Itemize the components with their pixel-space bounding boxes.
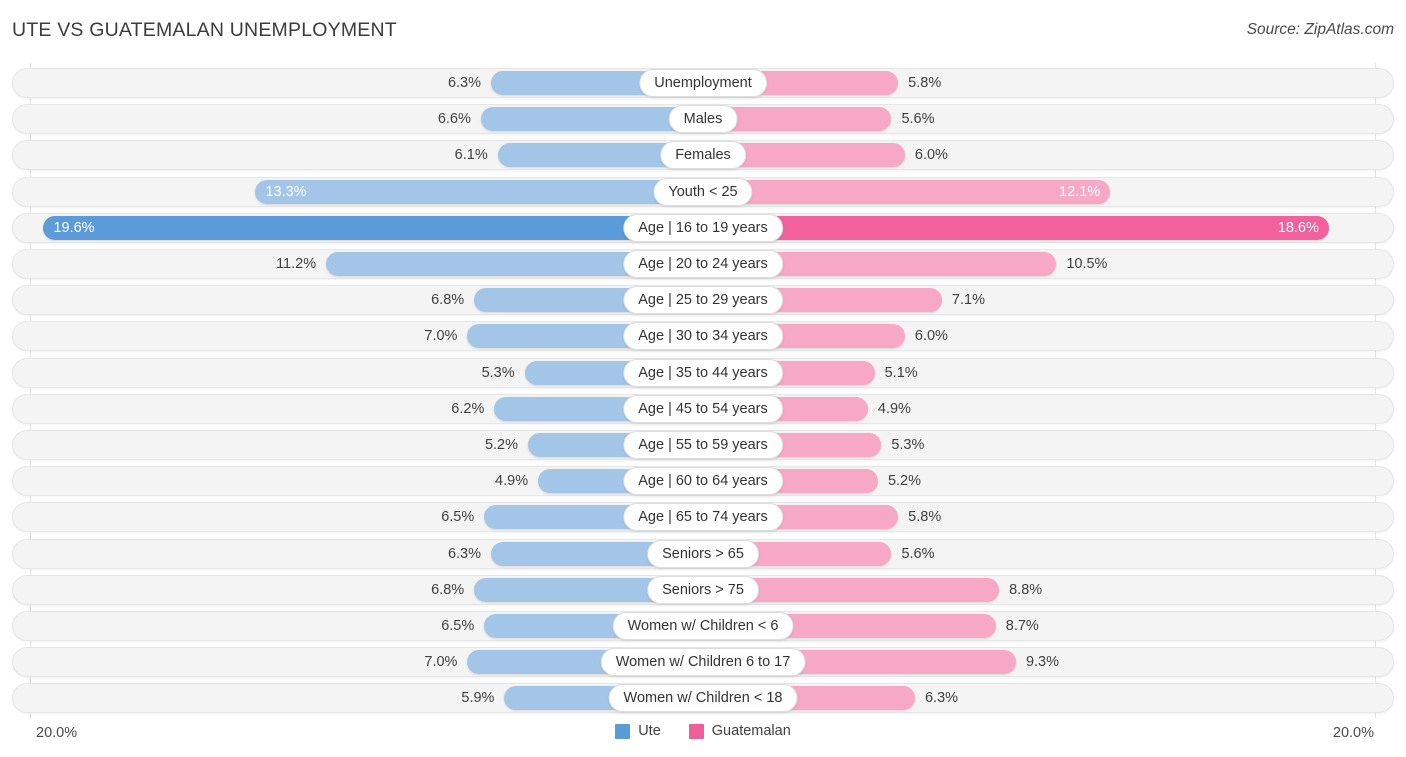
category-label-pill: Age | 45 to 54 years <box>623 394 783 423</box>
bar-value-right: 5.6% <box>901 111 935 128</box>
category-label-pill: Seniors > 65 <box>647 539 759 568</box>
bar-value-right: 6.3% <box>924 690 959 707</box>
bar-value-right: 5.8% <box>908 75 942 91</box>
category-label-pill: Women w/ Children < 6 <box>612 612 794 640</box>
bar-value-right: 6.0% <box>914 328 948 345</box>
source-attribution: Source: ZipAtlas.com <box>1246 21 1394 38</box>
chart-footer: 20.0% 20.0% Ute Guatemalan <box>0 718 1406 757</box>
category-label-pill: Age | 30 to 34 years <box>623 322 783 351</box>
bar-row: 4.9% 5.2% Age | 60 to 64 years <box>12 466 1394 497</box>
bar-value-right: 4.9% <box>877 400 911 417</box>
category-label-pill: Age | 20 to 24 years <box>623 250 783 278</box>
bar-value-right: 12.1% <box>1059 183 1101 200</box>
bar-row: 13.3% 12.1% Youth < 25 <box>12 176 1394 207</box>
chart-root: UTE VS GUATEMALAN UNEMPLOYMENT Source: Z… <box>0 0 1406 757</box>
category-label-pill: Age | 60 to 64 years <box>623 467 783 496</box>
bar-row: 6.8% 7.1% Age | 25 to 29 years <box>12 285 1394 316</box>
bar-left-ute <box>43 215 703 240</box>
legend-label: Ute <box>638 723 661 739</box>
legend-swatch-icon <box>688 723 704 739</box>
bar-value-right: 5.8% <box>908 509 942 526</box>
category-label-pill: Age | 25 to 29 years <box>623 286 783 315</box>
bar-value-right: 9.3% <box>1025 654 1059 671</box>
chart-header: UTE VS GUATEMALAN UNEMPLOYMENT Source: Z… <box>0 0 1406 62</box>
bar-row: 6.2% 4.9% Age | 45 to 54 years <box>12 393 1394 424</box>
bar-row: 6.8% 8.8% Seniors > 75 <box>12 574 1394 605</box>
bar-value-left: 6.6% <box>437 111 471 128</box>
bar-value-left: 4.9% <box>495 473 529 490</box>
category-label-pill: Seniors > 75 <box>647 575 759 604</box>
bar-value-right: 7.1% <box>951 292 985 309</box>
bar-value-right: 5.2% <box>887 473 922 490</box>
bar-row: 6.6% 5.6% Males <box>12 104 1394 135</box>
bar-value-right: 6.0% <box>914 147 948 164</box>
bar-value-right: 18.6% <box>1277 219 1319 236</box>
bar-value-right: 8.7% <box>1005 618 1039 634</box>
bar-row: 7.0% 9.3% Women w/ Children 6 to 17 <box>12 647 1394 678</box>
bar-value-right: 5.1% <box>884 364 918 381</box>
category-label-pill: Youth < 25 <box>653 177 753 206</box>
bar-value-left: 6.2% <box>451 400 485 417</box>
bar-row: 6.3% 5.6% Seniors > 65 <box>12 538 1394 569</box>
bar-value-left: 13.3% <box>265 183 307 200</box>
category-label-pill: Women w/ Children < 18 <box>608 684 798 713</box>
bar-row: 19.6% 18.6% Age | 16 to 19 years <box>12 212 1394 243</box>
bar-value-right: 5.3% <box>891 437 925 453</box>
bar-value-left: 6.5% <box>441 509 475 526</box>
category-label-pill: Age | 55 to 59 years <box>623 431 783 459</box>
bar-value-left: 11.2% <box>276 256 317 272</box>
bar-value-left: 6.3% <box>447 545 481 562</box>
category-label-pill: Males <box>668 105 738 134</box>
bar-row: 6.5% 8.7% Women w/ Children < 6 <box>12 611 1394 641</box>
category-label-pill: Age | 65 to 74 years <box>623 503 783 532</box>
legend-swatch-icon <box>615 723 631 739</box>
bar-row: 5.3% 5.1% Age | 35 to 44 years <box>12 357 1394 388</box>
bar-value-left: 7.0% <box>424 328 458 345</box>
bar-left-ute <box>255 179 703 204</box>
bar-value-left: 5.2% <box>484 437 519 453</box>
bar-value-left: 6.8% <box>431 581 465 598</box>
bar-row: 7.0% 6.0% Age | 30 to 34 years <box>12 321 1394 352</box>
bar-value-left: 6.3% <box>447 75 481 91</box>
legend-item[interactable]: Ute <box>615 723 661 739</box>
category-label-pill: Women w/ Children 6 to 17 <box>600 648 806 677</box>
category-label-pill: Females <box>660 141 746 170</box>
bar-value-left: 7.0% <box>424 654 458 671</box>
category-label-pill: Age | 35 to 44 years <box>623 358 783 387</box>
bar-row: 6.5% 5.8% Age | 65 to 74 years <box>12 502 1394 533</box>
legend-label: Guatemalan <box>711 723 791 739</box>
bar-value-left: 6.5% <box>441 618 475 634</box>
bar-row: 6.3% 5.8% Unemployment <box>12 68 1394 98</box>
bar-value-right: 8.8% <box>1009 581 1043 598</box>
legend-item[interactable]: Guatemalan <box>688 723 791 739</box>
category-label-pill: Unemployment <box>639 69 767 97</box>
bar-value-left: 6.8% <box>431 292 465 309</box>
plot-area: 6.3% 5.8% Unemployment 6.6% 5.6% Males 6.1% 6.0… <box>0 63 1406 718</box>
bar-row: 6.1% 6.0% Females <box>12 140 1394 171</box>
page-title: UTE VS GUATEMALAN UNEMPLOYMENT <box>12 19 397 41</box>
bar-row: 11.2% 10.5% Age | 20 to 24 years <box>12 249 1394 279</box>
bar-value-left: 6.1% <box>454 147 488 164</box>
bar-value-left: 5.9% <box>461 690 495 707</box>
bar-value-right: 5.6% <box>901 545 935 562</box>
bar-value-left: 5.3% <box>481 364 515 381</box>
category-label-pill: Age | 16 to 19 years <box>623 213 783 242</box>
bar-row: 5.9% 6.3% Women w/ Children < 18 <box>12 683 1394 714</box>
bar-value-right: 10.5% <box>1066 256 1108 272</box>
bar-row: 5.2% 5.3% Age | 55 to 59 years <box>12 430 1394 460</box>
chart-legend: Ute Guatemalan <box>0 723 1406 739</box>
bar-value-left: 19.6% <box>53 219 95 236</box>
